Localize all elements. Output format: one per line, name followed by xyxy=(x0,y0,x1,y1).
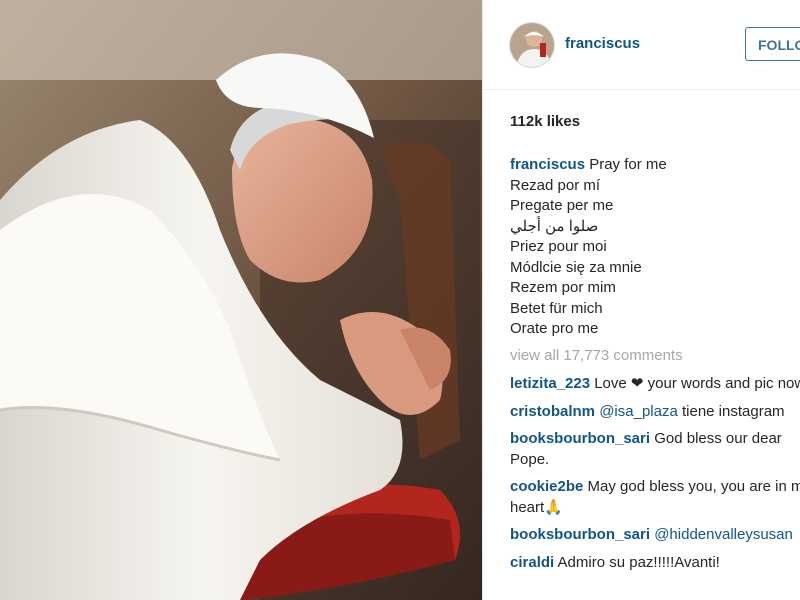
caption-line: Rezem por mim xyxy=(510,279,616,296)
comment-mention[interactable]: @isa_plaza xyxy=(599,403,678,420)
comment: letizita_223 Love ❤ your words and pic n… xyxy=(510,374,800,395)
comment-username[interactable]: booksbourbon_sari xyxy=(510,526,650,543)
comment-username[interactable]: booksbourbon_sari xyxy=(510,430,650,447)
likes-count[interactable]: 112k likes xyxy=(510,113,580,130)
comment: ciraldi Admiro su paz!!!!!Avanti! xyxy=(510,553,800,574)
post-photo[interactable] xyxy=(0,0,482,600)
praying-man-image xyxy=(0,0,482,600)
comment: booksbourbon_sari @hiddenvalleysusan xyxy=(510,525,800,546)
comment: cristobalnm @isa_plaza tiene instagram xyxy=(510,402,800,423)
caption-text: Pray for me xyxy=(589,156,667,173)
post-caption: franciscus Pray for me Rezad por mí Preg… xyxy=(510,155,800,340)
comment-mention[interactable]: @hiddenvalleysusan xyxy=(654,526,793,543)
instagram-post-view: franciscus FOLLOW 112k likes franciscus … xyxy=(0,0,800,600)
caption-line: صلوا من أجلي xyxy=(510,217,599,235)
avatar[interactable] xyxy=(509,22,555,68)
caption-line: franciscus Pray for me xyxy=(510,155,800,176)
comment-username[interactable]: cookie2be xyxy=(510,478,583,495)
comment: cookie2be May god bless you, you are in … xyxy=(510,477,800,518)
caption-line: Betet für mich xyxy=(510,299,603,317)
comment-username[interactable]: cristobalnm xyxy=(510,403,595,420)
caption-line: Pregate per me xyxy=(510,197,614,214)
caption-line: Priez pour moi xyxy=(510,238,607,255)
comment: booksbourbon_sari God bless our dear Pop… xyxy=(510,429,800,470)
comment-username[interactable]: ciraldi xyxy=(510,554,554,571)
follow-button[interactable]: FOLLOW xyxy=(745,27,800,61)
comment-username[interactable]: letizita_223 xyxy=(510,375,590,392)
username-link[interactable]: franciscus xyxy=(565,35,640,52)
comment-text: tiene instagram xyxy=(681,402,785,420)
comment-list: letizita_223 Love ❤ your words and pic n… xyxy=(510,374,800,580)
view-all-comments-link[interactable]: view all 17,773 comments xyxy=(510,347,683,364)
caption-line: Rezad por mí xyxy=(510,176,601,194)
caption-line: Orate pro me xyxy=(510,320,599,337)
comment-text: Admiro su paz!!!!!Avanti! xyxy=(557,553,720,571)
comment-text: Love ❤ your words and pic now xyxy=(594,375,800,392)
post-sidebar: franciscus FOLLOW 112k likes franciscus … xyxy=(482,0,800,600)
caption-username[interactable]: franciscus xyxy=(510,156,585,173)
avatar-image xyxy=(510,23,554,67)
post-header: franciscus FOLLOW xyxy=(483,0,800,90)
caption-line: Módlcie się za mnie xyxy=(510,258,642,276)
